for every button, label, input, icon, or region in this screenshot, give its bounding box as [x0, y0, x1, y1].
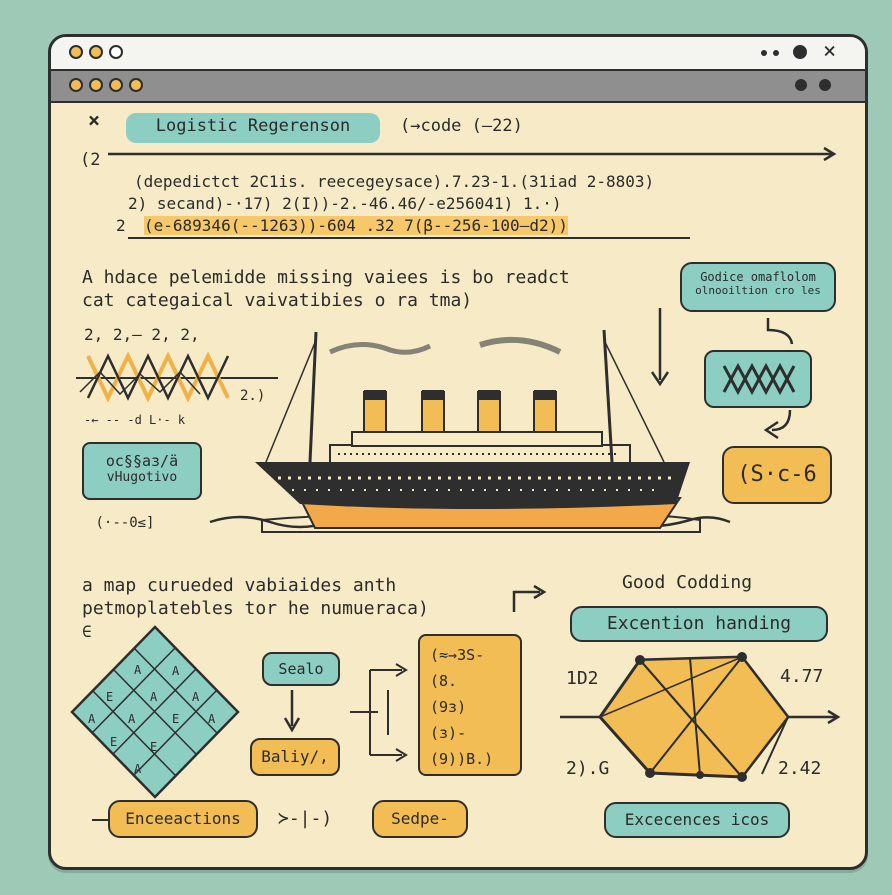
code-box-line: (≈→3S- [430, 646, 485, 664]
wave-right-label: 2.) [240, 388, 266, 404]
right-info-line2: olnooiltion cro les [695, 284, 821, 297]
enceeactions-button[interactable]: Enceeactions [108, 800, 258, 838]
code-note: (→code (—22) [400, 116, 523, 136]
code-line-0: (2 [80, 150, 101, 170]
section-title-good-coding: Good Codding [622, 572, 753, 593]
menu-dot-icon[interactable] [761, 50, 767, 56]
exception-handling-button[interactable]: Excention handing [570, 606, 828, 642]
toolbar-dot-icon[interactable] [795, 79, 807, 91]
code-box: (≈→3S- (8. (9ɜ) (ɜ)- (9))B.) [418, 634, 522, 776]
left-info-box: oc§§aɜ/ä vHugotivo [82, 442, 202, 500]
toolbar-dot-icon[interactable] [819, 79, 831, 91]
window-button-yellow[interactable] [89, 45, 103, 59]
wave-top-labels: 2, 2,— 2, 2, [84, 325, 200, 344]
code-line-1: (depedictct 2C1is. reecegeysace).7.23-1.… [134, 172, 655, 191]
polygon-label-bottom-left: 2).G [566, 758, 610, 779]
grid-letter: E [110, 735, 118, 749]
code-line-3-prefix: 2 [116, 216, 126, 235]
toolbar-button[interactable] [69, 78, 83, 92]
code-box-line: (9ɜ) [430, 698, 467, 716]
grid-letter: A [172, 664, 180, 678]
right-info-line1: Godice omaflolom [700, 270, 816, 284]
record-icon[interactable] [793, 45, 807, 59]
bali-box: Baliy/, [250, 738, 340, 776]
section2-line1: a map curueded vabiaides anth [82, 575, 397, 596]
grid-letter: E [150, 740, 158, 754]
toolbar-button[interactable] [129, 78, 143, 92]
right-cross-box [704, 350, 812, 408]
left-info-line1: oc§§aɜ/ä [105, 452, 179, 470]
right-info-card: Godice omaflolom olnooiltion cro les [680, 262, 836, 312]
toolbar-button[interactable] [109, 78, 123, 92]
close-icon[interactable]: × [88, 108, 100, 132]
title-bar: × [51, 37, 865, 71]
bottom-connector-text: ≻-|-) [278, 808, 333, 829]
excecences-button[interactable]: Excecences icos [604, 802, 790, 838]
window-button-green[interactable] [109, 45, 123, 59]
polygon-label-bottom-right: 2.42 [778, 758, 822, 779]
left-info-line2: vHugotivo [106, 470, 178, 485]
left-tag: (·--0≤] [80, 512, 170, 538]
polygon-label-top-right: 4.77 [780, 666, 824, 687]
grid-letter: A [192, 690, 200, 704]
polygon-label-top-left: 1D2 [566, 668, 599, 689]
grid-letter: A [134, 663, 142, 677]
right-formula-box: (S·c-6 [722, 446, 832, 504]
window-button-red[interactable] [69, 45, 83, 59]
toolbar [51, 71, 865, 103]
grid-letter: A [208, 712, 216, 726]
code-box-line: (ɜ)- [430, 724, 467, 742]
grid-letter: A [128, 712, 136, 726]
page-title: Logistic Regerenson [126, 113, 380, 143]
scale-box: Sealo [262, 652, 340, 686]
section1-line2: cat categaical vaivatibies o ra tma) [82, 290, 473, 311]
grid-letter: E [172, 712, 180, 726]
toolbar-button[interactable] [89, 78, 103, 92]
menu-dot-icon[interactable] [773, 50, 779, 56]
code-line-2: 2) secand)-·17) 2(I))-2.-46.46/-e256041)… [128, 194, 562, 213]
wave-bottom-labels: -← -- -d L·- k [84, 413, 186, 427]
section1-line1: A hdace pelemidde missing vaiees is bo r… [82, 267, 570, 288]
grid-letter: A [88, 712, 96, 726]
code-box-line: (8. [430, 672, 458, 690]
grid-letter: E [106, 690, 114, 704]
cross-pattern-icon [722, 362, 796, 396]
section2-mark: ∈ [82, 622, 92, 641]
grid-letter: A [134, 762, 142, 776]
code-box-line: (9))B.) [430, 750, 494, 768]
grid-letter: A [150, 690, 158, 704]
code-line-3: (e-689346(--1263))-604 .32 7(β--256-100—… [144, 216, 568, 235]
section2-line2: petmoplatebles tor he numueraca) [82, 598, 429, 619]
sedpe-button[interactable]: Sedpe- [372, 800, 468, 838]
close-icon[interactable]: × [823, 39, 836, 64]
